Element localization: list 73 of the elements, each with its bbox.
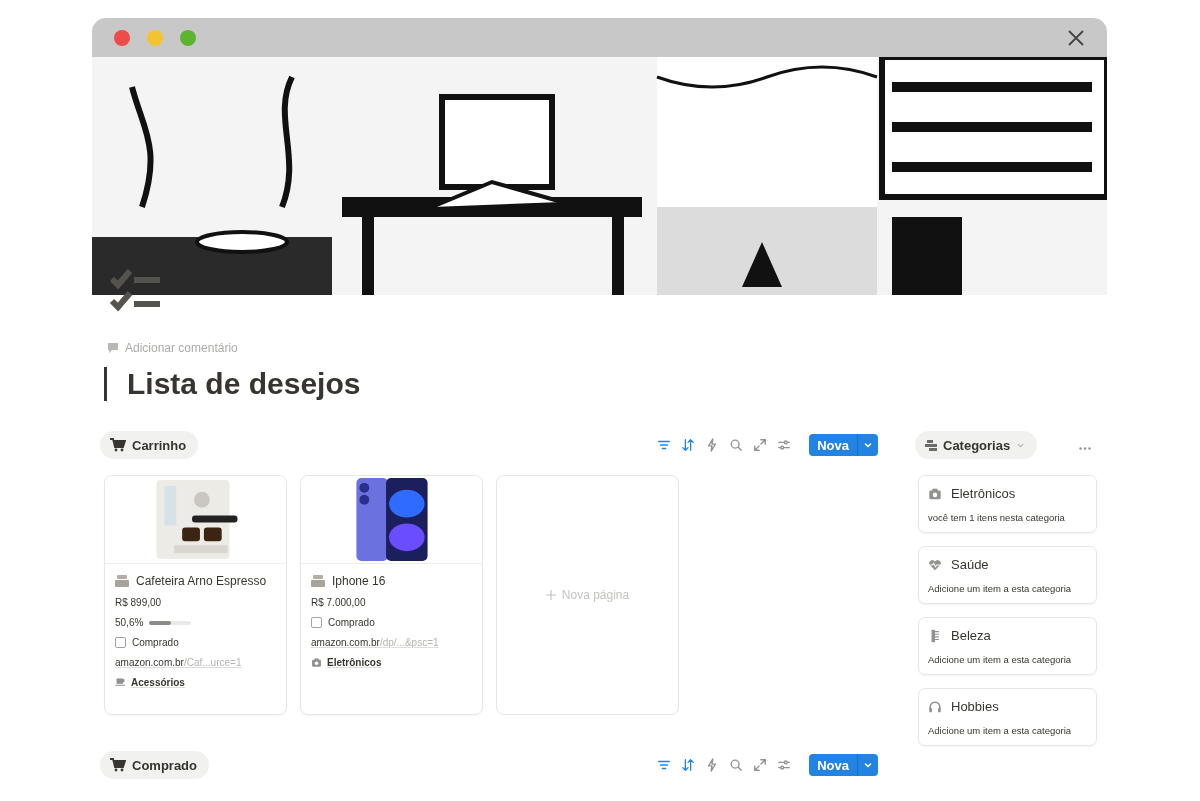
- sort-button[interactable]: [681, 758, 696, 772]
- stacked-page-icon: [115, 574, 129, 588]
- stacked-page-icon: [311, 574, 325, 588]
- checkbox-label: Comprado: [328, 617, 375, 628]
- filter-icon: [657, 438, 672, 452]
- filter-icon: [657, 758, 672, 772]
- camera-icon: [928, 486, 942, 501]
- category-card[interactable]: Hobbies Adicione um item a esta categoria: [918, 688, 1097, 746]
- category-link[interactable]: Eletrônicos: [327, 657, 382, 668]
- price: R$ 7.000,00: [311, 597, 367, 608]
- search-button[interactable]: [729, 438, 744, 452]
- category-note: você tem 1 itens nesta categoria: [928, 512, 1066, 523]
- category-card[interactable]: Eletrônicos você tem 1 itens nesta categoria: [918, 475, 1097, 533]
- search-icon: [729, 438, 744, 452]
- progress-text: 50,6%: [115, 617, 144, 628]
- close-icon[interactable]: [1067, 28, 1085, 47]
- sliders-button[interactable]: [777, 758, 792, 772]
- plus-icon: [545, 590, 556, 600]
- product-card[interactable]: Iphone 16 R$ 7.000,00 Comprado amazon.com.br/dp/...&psc=1 Eletrônicos: [300, 475, 483, 715]
- checkbox[interactable]: [115, 637, 126, 648]
- price: R$ 899,00: [115, 597, 163, 608]
- product-card[interactable]: Cafeteira Arno Espresso R$ 899,00 50,6% Comprado amazon.com.br/Caf...urce=1 Acessórios: [104, 475, 287, 715]
- category-link[interactable]: Acessórios: [131, 677, 185, 688]
- url-link[interactable]: amazon.com.br/dp/...&psc=1: [311, 637, 472, 648]
- url-link[interactable]: amazon.com.br/Caf...urce=1: [115, 657, 276, 668]
- sort-icon: [681, 758, 696, 772]
- stack-icon: [925, 439, 937, 451]
- filter-button[interactable]: [657, 758, 672, 772]
- category-note: Adicione um item a esta categoria: [928, 725, 1073, 736]
- new-button[interactable]: Nova: [809, 434, 878, 456]
- category-name: Beleza: [951, 628, 991, 643]
- category-name: Hobbies: [951, 699, 999, 714]
- sliders-icon: [777, 758, 792, 772]
- search-icon: [729, 758, 744, 772]
- camera-icon: [311, 657, 322, 668]
- expand-icon: [753, 438, 768, 452]
- comment-icon: [107, 342, 119, 354]
- search-button[interactable]: [729, 758, 744, 772]
- chevron-icon: [863, 440, 873, 450]
- new-button[interactable]: Nova: [809, 754, 878, 776]
- expand-button[interactable]: [753, 758, 768, 772]
- category-card[interactable]: Beleza Adicione um item a esta categoria: [918, 617, 1097, 675]
- checkbox-label: Comprado: [132, 637, 179, 648]
- cart-icon: [110, 438, 126, 452]
- maximize-dot[interactable]: [180, 29, 196, 46]
- heart-pulse-icon: [928, 557, 942, 572]
- progress-bar: [149, 620, 192, 625]
- cup-icon: [115, 677, 126, 688]
- expand-button[interactable]: [753, 438, 768, 452]
- headphones-icon: [928, 699, 942, 714]
- view-tab[interactable]: Carrinho: [100, 431, 199, 459]
- view-tab[interactable]: Comprado: [100, 751, 209, 779]
- category-note: Adicione um item a esta categoria: [928, 654, 1073, 665]
- card-title: Iphone 16: [332, 574, 386, 588]
- sliders-icon: [777, 438, 792, 452]
- checkbox[interactable]: [311, 617, 322, 628]
- category-note: Adicione um item a esta categoria: [928, 583, 1073, 594]
- cart-icon: [110, 758, 126, 772]
- sort-button[interactable]: [681, 438, 696, 452]
- category-name: Saúde: [951, 557, 989, 572]
- sliders-button[interactable]: [777, 438, 792, 452]
- page-title: Lista de desejos: [127, 367, 361, 401]
- chevron-icon: [863, 760, 873, 770]
- categories-tab[interactable]: Categorias: [915, 431, 1038, 459]
- sort-icon: [681, 438, 696, 452]
- filter-button[interactable]: [657, 438, 672, 452]
- more-icon: [1079, 446, 1091, 450]
- category-name: Eletrônicos: [951, 486, 1016, 501]
- close-dot[interactable]: [114, 29, 130, 46]
- card-title: Cafeteira Arno Espresso: [136, 574, 267, 588]
- category-card[interactable]: Saúde Adicione um item a esta categoria: [918, 546, 1097, 604]
- minimize-dot[interactable]: [147, 29, 163, 46]
- expand-icon: [753, 758, 768, 772]
